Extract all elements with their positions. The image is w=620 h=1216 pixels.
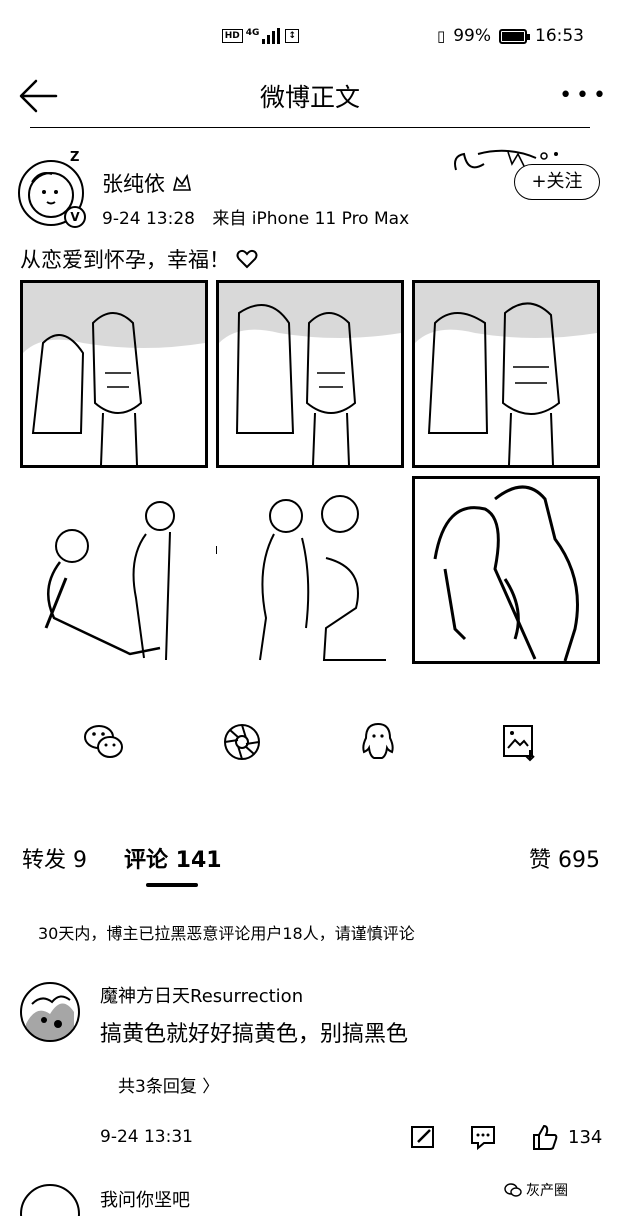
battery-percent: 99% xyxy=(453,26,491,46)
edit-icon[interactable] xyxy=(408,1122,438,1152)
volte-icon: ↕ xyxy=(285,29,299,43)
post-text-content: 从恋爱到怀孕，幸福！ xyxy=(20,248,230,272)
signal-bars-icon xyxy=(262,28,281,44)
clock: 16:53 xyxy=(535,26,584,46)
post-image-6[interactable] xyxy=(412,476,600,664)
share-row xyxy=(0,720,620,764)
post-meta: 9-24 13:28 来自 iPhone 11 Pro Max xyxy=(102,204,409,229)
comment-text: 搞黄色就好好搞黄色，别搞黑色 xyxy=(100,1022,409,1047)
follow-button[interactable]: +关注 xyxy=(514,164,600,200)
tab-comments[interactable]: 评论 141 xyxy=(124,842,222,874)
post-image-3[interactable] xyxy=(412,280,600,468)
signal-indicator: HD 4G ↕ xyxy=(221,28,299,44)
active-tab-indicator xyxy=(146,883,198,887)
comment-notice: 30天内，博主已拉黑恶意评论用户18人，请谨慎评论 xyxy=(38,924,415,943)
save-image-icon[interactable] xyxy=(498,720,542,764)
nav-bar: 微博正文 ••• xyxy=(19,70,606,128)
moments-icon[interactable] xyxy=(220,720,264,764)
post-date: 9-24 13:28 xyxy=(102,209,195,229)
commenter-name[interactable]: 魔神方日天Resurrection xyxy=(100,982,303,1008)
watermark-text: 灰产圈 xyxy=(526,1183,568,1199)
view-replies-link[interactable]: 共3条回复 〉 xyxy=(118,1072,219,1097)
network-type: 4G xyxy=(245,28,260,38)
next-commenter-name[interactable]: 我问你坚吧 xyxy=(100,1186,190,1212)
status-bar: HD 4G ↕ ▯ 99% 16:53 xyxy=(0,0,620,70)
reply-icon[interactable] xyxy=(468,1122,498,1152)
page-title: 微博正文 xyxy=(259,83,360,112)
wechat-watermark-icon xyxy=(504,1183,522,1197)
comment-like-count: 134 xyxy=(568,1127,603,1148)
member-badge-icon xyxy=(172,173,191,191)
commenter-avatar[interactable] xyxy=(20,982,80,1042)
post-text: 从恋爱到怀孕，幸福！ xyxy=(20,244,258,274)
qq-icon[interactable] xyxy=(356,720,400,764)
battery-icon xyxy=(499,28,530,44)
more-options-icon[interactable]: ••• xyxy=(559,85,610,107)
hd-badge: HD xyxy=(221,29,243,43)
comment-actions xyxy=(0,1122,620,1156)
sleep-z-decoration: Z xyxy=(70,150,80,165)
post-image-2[interactable] xyxy=(216,280,404,468)
heart-icon xyxy=(236,249,258,269)
post-image-4[interactable] xyxy=(20,478,208,666)
post-tabs: 转发 9 评论 141 赞 695 xyxy=(22,842,600,887)
author-name-text: 张纯依 xyxy=(102,172,165,196)
watermark: 灰产圈 xyxy=(500,1178,572,1202)
like-icon[interactable] xyxy=(530,1122,560,1152)
post-image-5[interactable] xyxy=(216,478,404,666)
wechat-icon[interactable] xyxy=(82,720,126,764)
next-commenter-avatar[interactable] xyxy=(20,1184,80,1216)
author-name[interactable]: 张纯依 xyxy=(102,168,193,198)
tab-likes[interactable]: 赞 695 xyxy=(529,842,600,874)
tab-repost[interactable]: 转发 9 xyxy=(22,842,87,874)
vibrate-icon: ▯ xyxy=(436,27,446,45)
post-image-1[interactable] xyxy=(20,280,208,468)
post-source: 来自 iPhone 11 Pro Max xyxy=(212,209,410,229)
verified-badge-icon: V xyxy=(64,206,86,228)
